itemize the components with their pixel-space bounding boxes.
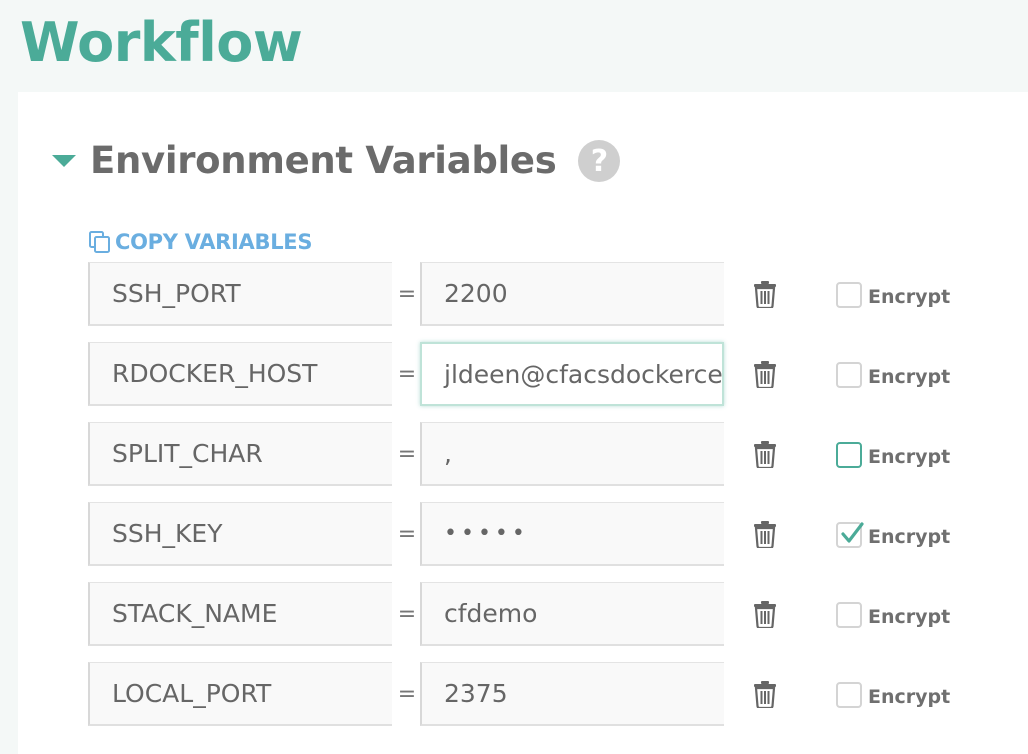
encrypt-checkbox[interactable]: Encrypt: [836, 282, 950, 308]
variable-value-input[interactable]: cfdemo: [420, 582, 724, 646]
checkbox-box[interactable]: [836, 442, 862, 468]
trash-icon[interactable]: [752, 680, 778, 708]
variable-row: STACK_NAME = cfdemo Encrypt: [88, 582, 968, 650]
checkbox-box[interactable]: [836, 522, 864, 548]
variable-row: SSH_KEY = ••••• Encrypt: [88, 502, 968, 570]
trash-icon[interactable]: [752, 440, 778, 468]
equals-sign: =: [397, 361, 417, 387]
variable-name-input[interactable]: RDOCKER_HOST: [88, 342, 392, 406]
copy-icon: [89, 231, 110, 253]
variable-row: SSH_PORT = 2200 Encrypt: [88, 262, 968, 330]
variable-row: SPLIT_CHAR = , Encrypt: [88, 422, 968, 490]
encrypt-checkbox[interactable]: Encrypt: [836, 682, 950, 708]
variable-value-input[interactable]: 2375: [420, 662, 724, 726]
encrypt-label: Encrypt: [868, 366, 951, 388]
trash-icon[interactable]: [752, 520, 778, 548]
variable-row: LOCAL_PORT = 2375 Encrypt: [88, 662, 968, 730]
encrypt-label: Encrypt: [868, 686, 951, 708]
variable-name-input[interactable]: SSH_KEY: [88, 502, 392, 566]
encrypt-checkbox[interactable]: Encrypt: [836, 442, 950, 468]
checkmark-icon: [841, 522, 864, 543]
encrypt-label: Encrypt: [868, 286, 951, 308]
variable-value-input[interactable]: 2200: [420, 262, 724, 326]
variable-value-input[interactable]: ,: [420, 422, 724, 486]
encrypt-label: Encrypt: [868, 526, 951, 548]
variable-name-input[interactable]: SSH_PORT: [88, 262, 392, 326]
equals-sign: =: [397, 281, 417, 307]
help-icon[interactable]: ?: [578, 140, 621, 182]
equals-sign: =: [397, 601, 417, 627]
copy-variables-button[interactable]: COPY VARIABLES: [88, 230, 312, 254]
variable-value-input[interactable]: •••••: [420, 502, 724, 566]
trash-icon[interactable]: [752, 360, 778, 388]
variable-name-input[interactable]: LOCAL_PORT: [88, 662, 392, 726]
encrypt-checkbox[interactable]: Encrypt: [836, 522, 950, 548]
copy-variables-label: COPY VARIABLES: [115, 230, 313, 254]
variable-value-input[interactable]: jldeen@cfacsdockerce: [420, 342, 724, 406]
trash-icon[interactable]: [752, 600, 778, 628]
variable-name-input[interactable]: STACK_NAME: [88, 582, 392, 646]
encrypt-label: Encrypt: [868, 446, 951, 468]
variable-name-input[interactable]: SPLIT_CHAR: [88, 422, 392, 486]
encrypt-checkbox[interactable]: Encrypt: [836, 362, 950, 388]
variable-row: RDOCKER_HOST = jldeen@cfacsdockerce Encr…: [88, 342, 968, 410]
checkbox-box[interactable]: [836, 682, 862, 708]
section-title: Environment Variables: [90, 138, 557, 182]
equals-sign: =: [397, 681, 417, 707]
page-title: Workflow: [20, 11, 303, 74]
equals-sign: =: [397, 441, 417, 467]
encrypt-label: Encrypt: [868, 606, 951, 628]
equals-sign: =: [397, 521, 417, 547]
checkbox-box[interactable]: [836, 282, 862, 308]
checkbox-box[interactable]: [836, 362, 862, 388]
encrypt-checkbox[interactable]: Encrypt: [836, 602, 950, 628]
checkbox-box[interactable]: [836, 602, 862, 628]
trash-icon[interactable]: [752, 280, 778, 308]
environment-variables-header[interactable]: Environment Variables ?: [52, 132, 621, 188]
caret-down-icon[interactable]: [52, 155, 76, 167]
